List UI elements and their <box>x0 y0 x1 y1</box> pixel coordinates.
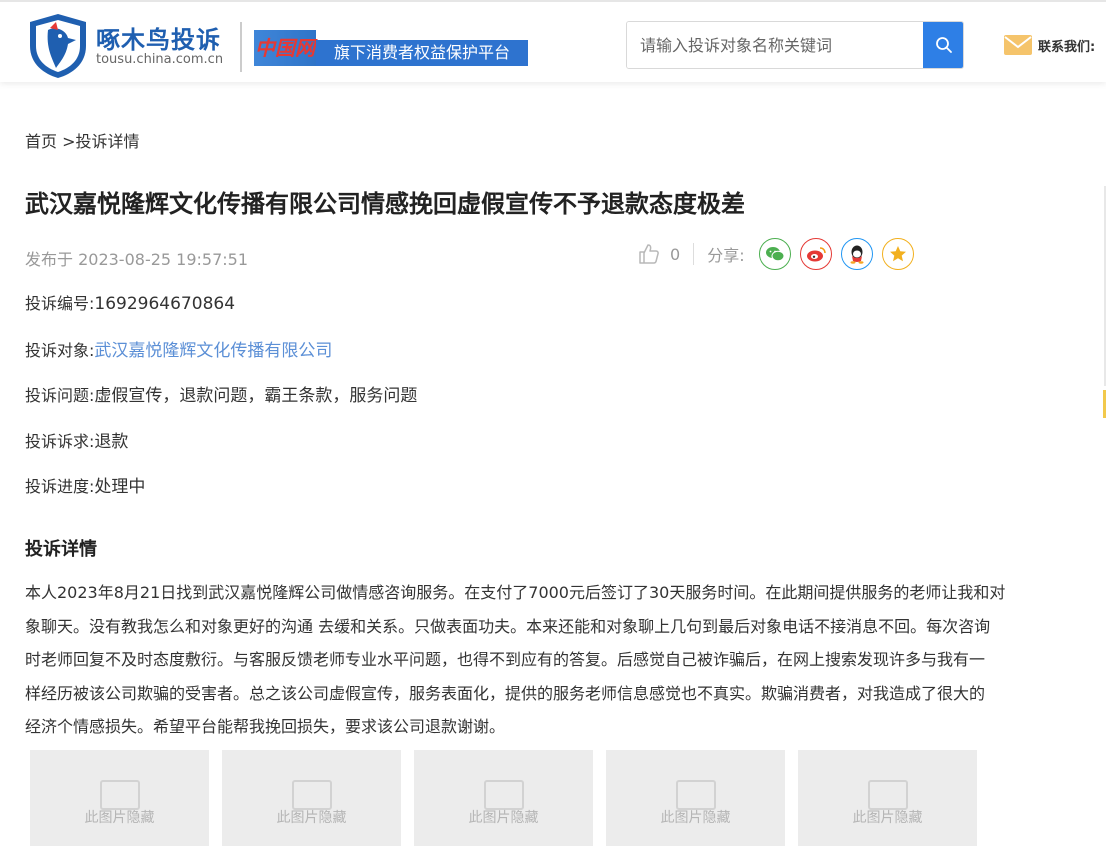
complaint-demand-field: 投诉诉求:退款 <box>25 427 128 452</box>
contact-us-label: 联系我们: <box>1038 39 1096 55</box>
image-placeholder-icon <box>484 780 524 810</box>
search-bar <box>626 21 964 69</box>
hidden-image-label: 此图片隐藏 <box>276 810 347 826</box>
share-weibo-button[interactable] <box>799 238 832 270</box>
detail-line: 时老师回复不及时态度敷衍。与客服反馈老师专业水平问题，也得不到应有的答复。后感觉… <box>25 650 986 669</box>
image-thumbnail[interactable]: 此图片隐藏 <box>798 750 977 846</box>
image-placeholder-icon <box>676 780 716 810</box>
field-label: 投诉问题: <box>25 386 95 405</box>
search-button[interactable] <box>923 22 963 68</box>
wechat-icon <box>765 247 785 262</box>
field-label: 投诉诉求: <box>25 432 95 451</box>
detail-heading: 投诉详情 <box>25 539 97 560</box>
breadcrumb-home[interactable]: 首页 <box>25 132 57 151</box>
site-logo[interactable]: 啄木鸟投诉 tousu.china.com.cn <box>26 12 241 80</box>
publish-date: 发布于 2023-08-25 19:57:51 <box>25 250 249 269</box>
breadcrumb: 首页 >投诉详情 <box>25 128 140 152</box>
contact-us-link[interactable]: 联系我们: <box>1004 34 1095 56</box>
site-header: 啄木鸟投诉 tousu.china.com.cn 中国网 旗下消费者权益保护平台… <box>0 0 1106 82</box>
logo-title: 啄木鸟投诉 <box>96 26 221 54</box>
detail-line: 经济个情感损失。希望平台能帮我挽回损失，要求该公司退款谢谢。 <box>25 717 506 736</box>
share-wechat-button[interactable] <box>758 238 791 270</box>
image-thumbnail[interactable]: 此图片隐藏 <box>606 750 785 846</box>
logo-divider <box>240 22 242 72</box>
complaint-title: 武汉嘉悦隆辉文化传播有限公司情感挽回虚假宣传不予退款态度极差 <box>25 190 745 218</box>
weibo-icon <box>806 247 826 262</box>
partner-banner[interactable]: 中国网 旗下消费者权益保护平台 <box>254 30 528 66</box>
search-input[interactable] <box>627 22 923 68</box>
complaint-id-value: 1692964670864 <box>94 294 236 314</box>
partner-logo: 中国网 <box>254 30 316 66</box>
complaint-progress-field: 投诉进度:处理中 <box>25 472 145 497</box>
image-placeholder-icon <box>292 780 332 810</box>
image-placeholder-icon <box>868 780 908 810</box>
complaint-progress-value: 处理中 <box>94 477 146 497</box>
complaint-demand-value: 退款 <box>94 432 129 452</box>
breadcrumb-separator: > <box>57 132 76 151</box>
envelope-icon <box>1004 35 1032 55</box>
field-label: 投诉对象: <box>25 341 95 360</box>
logo-url: tousu.china.com.cn <box>96 52 224 67</box>
complaint-detail-text: 本人2023年8月21日找到武汉嘉悦隆辉公司做情感咨询服务。在支付了7000元后… <box>25 576 1055 744</box>
detail-line: 象聊天。没有教我怎么和对象更好的沟通 去缓和关系。只做表面功夫。本来还能和对象聊… <box>25 616 991 636</box>
complaint-target-link[interactable]: 武汉嘉悦隆辉文化传播有限公司 <box>94 341 332 361</box>
divider <box>693 243 695 265</box>
breadcrumb-current: 投诉详情 <box>75 132 140 151</box>
detail-line: 本人2023年8月21日找到武汉嘉悦隆辉公司做情感咨询服务。在支付了7000元后… <box>25 583 1006 602</box>
shield-woodpecker-logo-icon <box>30 14 86 78</box>
partner-slogan: 旗下消费者权益保护平台 <box>316 40 528 66</box>
image-thumbnail[interactable]: 此图片隐藏 <box>414 750 593 846</box>
hidden-image-label: 此图片隐藏 <box>852 810 923 826</box>
actions-bar: 0 分享: <box>638 238 923 270</box>
search-icon <box>936 37 952 53</box>
qzone-star-icon <box>889 246 906 262</box>
detail-line: 样经历被该公司欺骗的受害者。总之该公司虚假宣传，服务表面化，提供的服务老师信息感… <box>25 683 986 703</box>
field-label: 投诉进度: <box>25 477 95 496</box>
complaint-issue-field: 投诉问题:虚假宣传，退款问题，霸王条款，服务问题 <box>25 381 417 406</box>
field-label: 投诉编号: <box>25 294 95 313</box>
like-count: 0 <box>670 244 681 264</box>
complaint-issue-value: 虚假宣传，退款问题，霸王条款，服务问题 <box>94 386 418 406</box>
share-label: 分享: <box>707 246 745 265</box>
image-thumbnail[interactable]: 此图片隐藏 <box>30 750 209 846</box>
hidden-image-label: 此图片隐藏 <box>468 810 539 826</box>
complaint-target-field: 投诉对象:武汉嘉悦隆辉文化传播有限公司 <box>25 336 332 361</box>
evidence-images: 此图片隐藏 此图片隐藏 此图片隐藏 此图片隐藏 此图片隐藏 <box>30 750 990 846</box>
complaint-id-field: 投诉编号:1692964670864 <box>25 290 235 314</box>
hidden-image-label: 此图片隐藏 <box>660 810 731 826</box>
share-qq-button[interactable] <box>840 238 873 270</box>
thumbs-up-icon[interactable] <box>638 243 660 265</box>
qq-icon <box>850 245 864 264</box>
hidden-image-label: 此图片隐藏 <box>84 810 155 826</box>
image-placeholder-icon <box>100 780 140 810</box>
image-thumbnail[interactable]: 此图片隐藏 <box>222 750 401 846</box>
share-qzone-button[interactable] <box>881 238 914 270</box>
